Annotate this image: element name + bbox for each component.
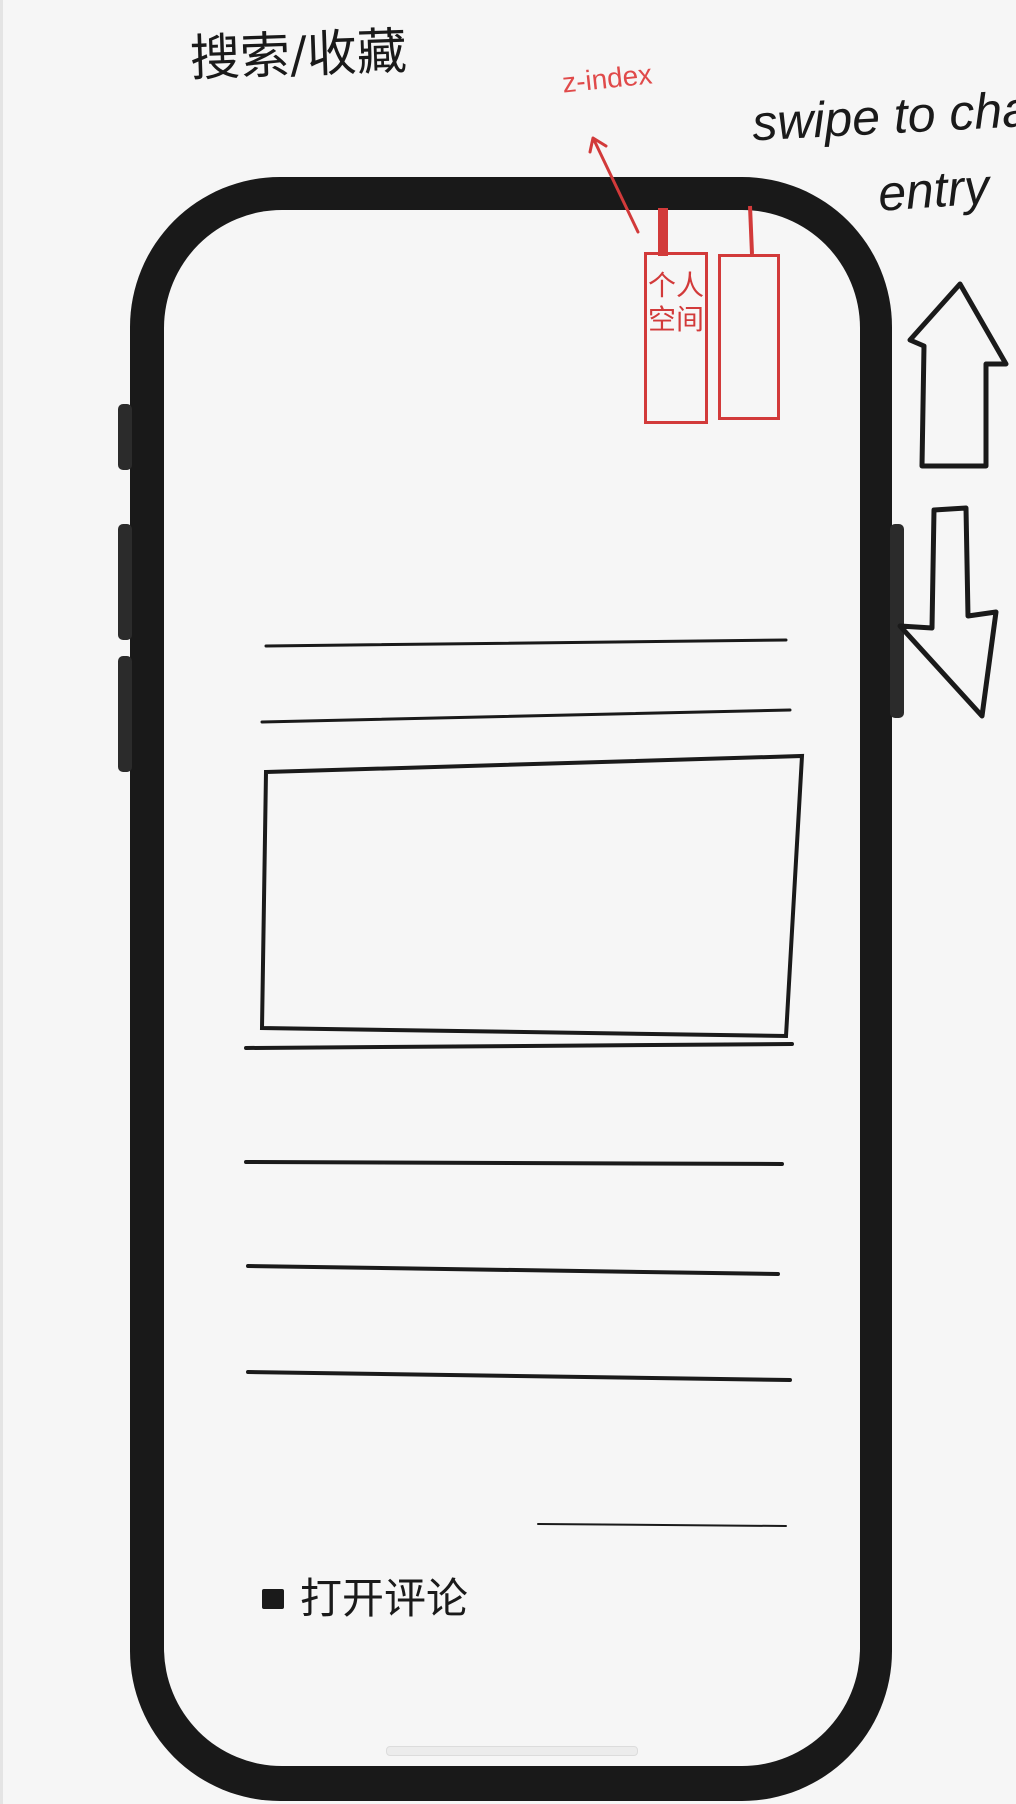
mute-switch (118, 404, 132, 470)
swipe-note: swipe to change (750, 76, 1016, 152)
phone-screen (164, 210, 860, 1766)
tab-personal-space[interactable]: 个人空间 (644, 252, 708, 424)
zindex-note: z-index (560, 58, 654, 99)
volume-down-button (118, 656, 132, 772)
open-comments-label[interactable]: 打开评论 (300, 1572, 468, 1626)
volume-up-button (118, 524, 132, 640)
arrow-down-icon (897, 505, 999, 719)
home-indicator[interactable] (386, 1746, 638, 1756)
open-comments-checkbox[interactable] (262, 1589, 284, 1609)
sketch-page: 搜索/收藏 z-index swipe to change entry 个人空间 (0, 0, 1016, 1804)
sketch-title: 搜索/收藏 (189, 22, 408, 88)
page-edge (0, 0, 3, 1804)
tab-secondary[interactable] (718, 254, 780, 420)
power-button (890, 524, 904, 718)
swipe-note-entry: entry (876, 158, 991, 222)
tab-personal-space-label: 个人空间 (647, 269, 704, 336)
arrow-up-icon (907, 281, 1009, 469)
